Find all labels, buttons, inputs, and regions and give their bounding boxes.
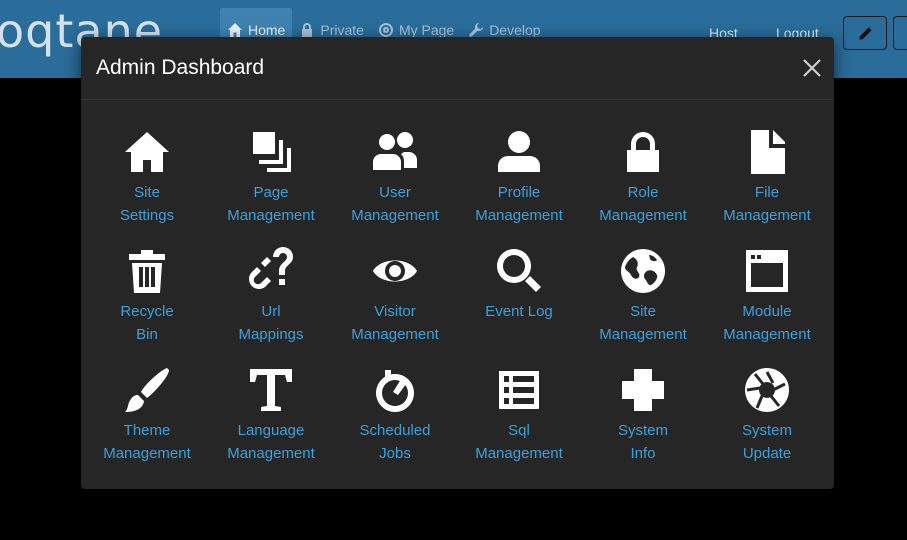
nav-item-label: Private	[320, 22, 364, 38]
admin-tiles-grid: Site Settings Page Management User Manag…	[81, 37, 834, 489]
tile-visitor-management[interactable]: Visitor Management	[333, 247, 457, 346]
wrench-icon	[469, 23, 484, 37]
list-icon	[495, 366, 543, 414]
admin-dashboard-modal: Admin Dashboard Site Settings Page Manag…	[81, 37, 834, 489]
timer-icon	[371, 366, 419, 414]
tile-label: Page Management	[227, 184, 315, 224]
file-icon	[743, 128, 791, 176]
tile-system-info[interactable]: System Info	[581, 366, 705, 465]
tile-label: Sql Management	[475, 422, 563, 462]
tile-user-management[interactable]: User Management	[333, 128, 457, 227]
tile-label: Role Management	[599, 184, 687, 224]
tile-site-settings[interactable]: Site Settings	[85, 128, 209, 227]
edit-mode-button[interactable]	[843, 16, 887, 50]
tile-sql-management[interactable]: Sql Management	[457, 366, 581, 465]
tile-system-update[interactable]: System Update	[705, 366, 829, 465]
tile-label: Module Management	[723, 303, 811, 343]
tile-label: Language Management	[227, 422, 315, 462]
tile-theme-management[interactable]: Theme Management	[85, 366, 209, 465]
lock-icon	[302, 23, 313, 37]
trash-icon	[123, 247, 171, 295]
tile-url-mappings[interactable]: Url Mappings	[209, 247, 333, 346]
tile-label: Url Mappings	[238, 303, 304, 343]
brush-icon	[123, 366, 171, 414]
tile-event-log[interactable]: Event Log	[457, 247, 581, 324]
tile-file-management[interactable]: File Management	[705, 128, 829, 227]
lock-icon	[619, 128, 667, 176]
browser-window-icon	[743, 247, 791, 295]
tile-label: Site Management	[599, 303, 687, 343]
tile-language-management[interactable]: Language Management	[209, 366, 333, 465]
tile-label: System Info	[617, 422, 668, 462]
globe-icon	[619, 247, 667, 295]
link-question-icon	[247, 247, 295, 295]
tile-profile-management[interactable]: Profile Management	[457, 128, 581, 227]
nav-item-label: Develop	[489, 22, 541, 38]
layers-icon	[247, 128, 295, 176]
tile-label: System Update	[741, 422, 792, 462]
tile-label: Event Log	[485, 303, 553, 320]
tile-role-management[interactable]: Role Management	[581, 128, 705, 227]
control-panel-button[interactable]	[893, 16, 907, 50]
tile-label: Scheduled Jobs	[359, 422, 431, 462]
home-icon	[228, 23, 242, 37]
eye-icon	[371, 247, 419, 295]
tile-label: Visitor Management	[351, 303, 439, 343]
nav-item-label: Home	[248, 22, 286, 38]
magnifier-icon	[495, 247, 543, 295]
tile-page-management[interactable]: Page Management	[209, 128, 333, 227]
tile-label: Theme Management	[103, 422, 191, 462]
tile-label: File Management	[723, 184, 811, 224]
tile-recycle-bin[interactable]: Recycle Bin	[85, 247, 209, 346]
tile-site-management[interactable]: Site Management	[581, 247, 705, 346]
person-icon	[495, 128, 543, 176]
aperture-icon	[743, 366, 791, 414]
tile-label: Site Settings	[119, 184, 175, 224]
target-icon	[378, 23, 393, 37]
tile-module-management[interactable]: Module Management	[705, 247, 829, 346]
text-icon	[247, 366, 295, 414]
people-icon	[371, 128, 419, 176]
home-icon	[123, 128, 171, 176]
tile-label: Recycle Bin	[120, 303, 174, 343]
nav-item-label: My Page	[398, 22, 455, 38]
medical-cross-icon	[619, 366, 667, 414]
tile-label: User Management	[351, 184, 439, 224]
tile-label: Profile Management	[475, 184, 563, 224]
pencil-icon	[858, 26, 872, 40]
tile-scheduled-jobs[interactable]: Scheduled Jobs	[333, 366, 457, 465]
